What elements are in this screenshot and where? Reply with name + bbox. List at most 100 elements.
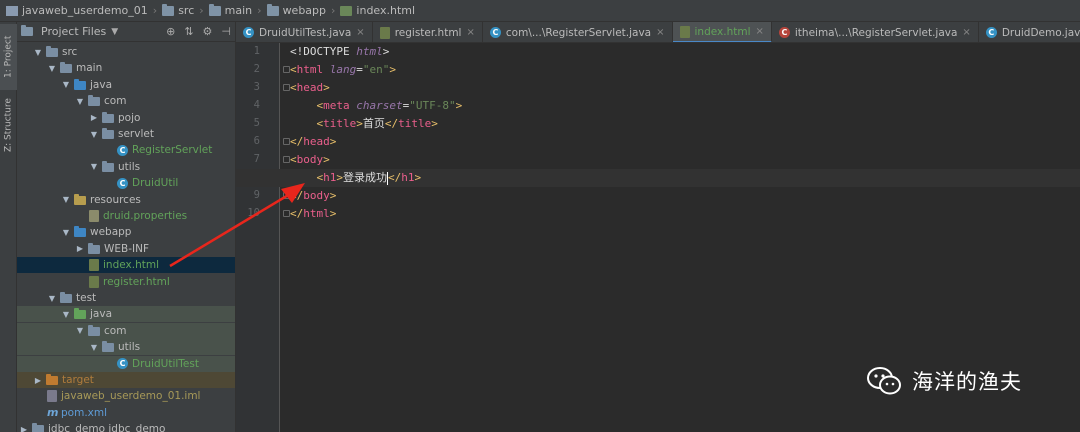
tree-item-label: jdbc_demo jdbc_demo [48,423,166,432]
fold-marker[interactable] [283,192,290,199]
tree-item[interactable]: ▼ java [17,306,235,323]
close-icon[interactable]: × [755,26,763,37]
locate-icon[interactable]: ⊕ [166,25,175,38]
breadcrumb-item[interactable]: webapp [266,3,326,17]
tree-item-label: utils [118,341,141,354]
editor-tab[interactable]: index.html × [672,22,772,42]
tree-item[interactable]: C DruidUtilTest [17,355,235,372]
close-icon[interactable]: × [356,27,364,38]
java-class-icon: C [117,144,128,156]
expand-down-icon[interactable]: ▼ [89,130,99,139]
tree-item[interactable]: ▼ main [17,60,235,76]
fold-marker[interactable] [283,156,290,163]
breadcrumb-item[interactable]: javaweb_userdemo_01 [6,4,148,17]
tree-item[interactable]: C RegisterServlet [17,142,235,158]
tree-item[interactable]: ▼ test [17,290,235,306]
tree-item[interactable]: druid.properties [17,208,235,224]
expand-down-icon[interactable]: ▼ [89,343,99,352]
tree-item[interactable]: ▶ pojo [17,110,235,126]
expand-right-icon[interactable]: ▶ [33,376,43,385]
folder-icon [32,423,44,432]
tree-item[interactable]: m pom.xml [17,405,235,421]
project-panel-header: Project Files ▼ ⊕ ⇅ ⚙ ⊣ [17,22,235,42]
html-file-icon [379,26,390,39]
expand-down-icon[interactable]: ▼ [89,162,99,171]
breadcrumb-item[interactable]: main [208,3,252,17]
excluded-folder-icon [46,374,58,385]
tree-item[interactable]: ▼ servlet [17,126,235,142]
code-line-5: <title>首页</title> [316,117,438,130]
project-folder-icon [21,25,33,36]
java-class-icon: C [489,27,501,38]
tree-item[interactable]: C DruidUtil [17,175,235,191]
editor-tab[interactable]: Citheima\...\RegisterServlet.java × [772,22,979,42]
java-class-icon: C [243,27,254,38]
maven-icon: m [47,406,59,420]
editor-tab[interactable]: CDruidDemo.java× [979,22,1080,42]
tree-item[interactable]: ▶ target [17,372,235,388]
code-line-9: </body> [290,189,337,202]
tree-item[interactable]: ▼ utils [17,339,235,356]
tree-item-label: java [90,308,112,321]
fold-marker[interactable] [283,210,290,217]
breadcrumb-item[interactable]: index.html [340,4,415,17]
gear-icon[interactable]: ⚙ [203,25,213,38]
editor-tab[interactable]: Ccom\...\RegisterServlet.java × [483,22,673,42]
expand-down-icon[interactable]: ▼ [47,294,57,303]
tree-item[interactable]: ▶ WEB-INF [17,241,235,257]
tree-item[interactable]: ▼ com [17,322,235,339]
tree-item-label: com [104,95,127,108]
tree-item-label: WEB-INF [104,242,149,255]
java-class-icon: C [985,27,997,38]
chevron-right-icon: › [152,4,158,17]
expand-down-icon[interactable]: ▼ [61,228,71,237]
tree-item[interactable]: javaweb_userdemo_01.iml [17,388,235,404]
hide-panel-icon[interactable]: ⊣ [221,25,231,38]
tree-item[interactable]: ▶ jdbc_demo jdbc_demo [17,421,235,432]
expand-right-icon[interactable]: ▶ [19,425,29,432]
editor-tab-label: com\...\RegisterServlet.java [505,26,652,39]
fold-marker[interactable] [283,138,290,145]
editor-tab-label: DruidDemo.java [1001,26,1080,39]
tree-item[interactable]: ▼ com [17,93,235,109]
tree-item[interactable]: ▼ java [17,77,235,93]
structure-tool-tab[interactable]: Z: Structure [0,92,17,158]
tree-item-label: servlet [118,128,154,140]
fold-marker[interactable] [283,84,290,91]
folder-icon [102,111,114,123]
expand-down-icon[interactable]: ▼ [61,195,71,204]
tree-item[interactable]: ▼ resources [17,192,235,208]
tree-item[interactable]: ▼ webapp [17,224,235,240]
line-number: 10 [247,207,260,219]
tree-item-label: druid.properties [103,210,188,222]
tree-item-label: register.html [103,275,170,288]
expand-down-icon[interactable]: ▼ [75,326,85,335]
expand-down-icon[interactable]: ▼ [61,310,71,319]
close-icon[interactable]: × [962,27,970,38]
close-icon[interactable]: × [466,27,474,38]
java-class-icon: C [778,27,790,38]
project-tool-tab[interactable]: 1: Project [0,24,17,90]
wechat-logo-icon [867,367,901,395]
breadcrumb-label: src [178,4,195,17]
expand-down-icon[interactable]: ▼ [75,97,85,106]
breadcrumb-item[interactable]: src [162,3,195,17]
editor-tab[interactable]: register.html × [373,22,483,42]
expand-down-icon[interactable]: ▼ [61,80,71,89]
editor-tab[interactable]: C DruidUtilTest.java × [236,22,373,42]
tree-item[interactable]: register.html [17,274,235,290]
fold-marker[interactable] [283,66,290,73]
tree-item[interactable]: ▼ utils [17,159,235,175]
watermark-text: 海洋的渔夫 [912,370,1022,394]
chevron-down-icon[interactable]: ▼ [111,27,118,37]
collapse-all-icon[interactable]: ⇅ [184,25,193,38]
tree-item[interactable]: index.html [17,257,235,274]
expand-down-icon[interactable]: ▼ [33,48,43,57]
tree-item-label: src [62,46,78,58]
expand-right-icon[interactable]: ▶ [75,244,85,253]
expand-down-icon[interactable]: ▼ [47,64,57,73]
tree-item[interactable]: ▼ src [17,44,235,60]
project-view-selector[interactable]: Project Files [41,25,106,38]
expand-right-icon[interactable]: ▶ [89,113,99,122]
close-icon[interactable]: × [656,27,664,38]
